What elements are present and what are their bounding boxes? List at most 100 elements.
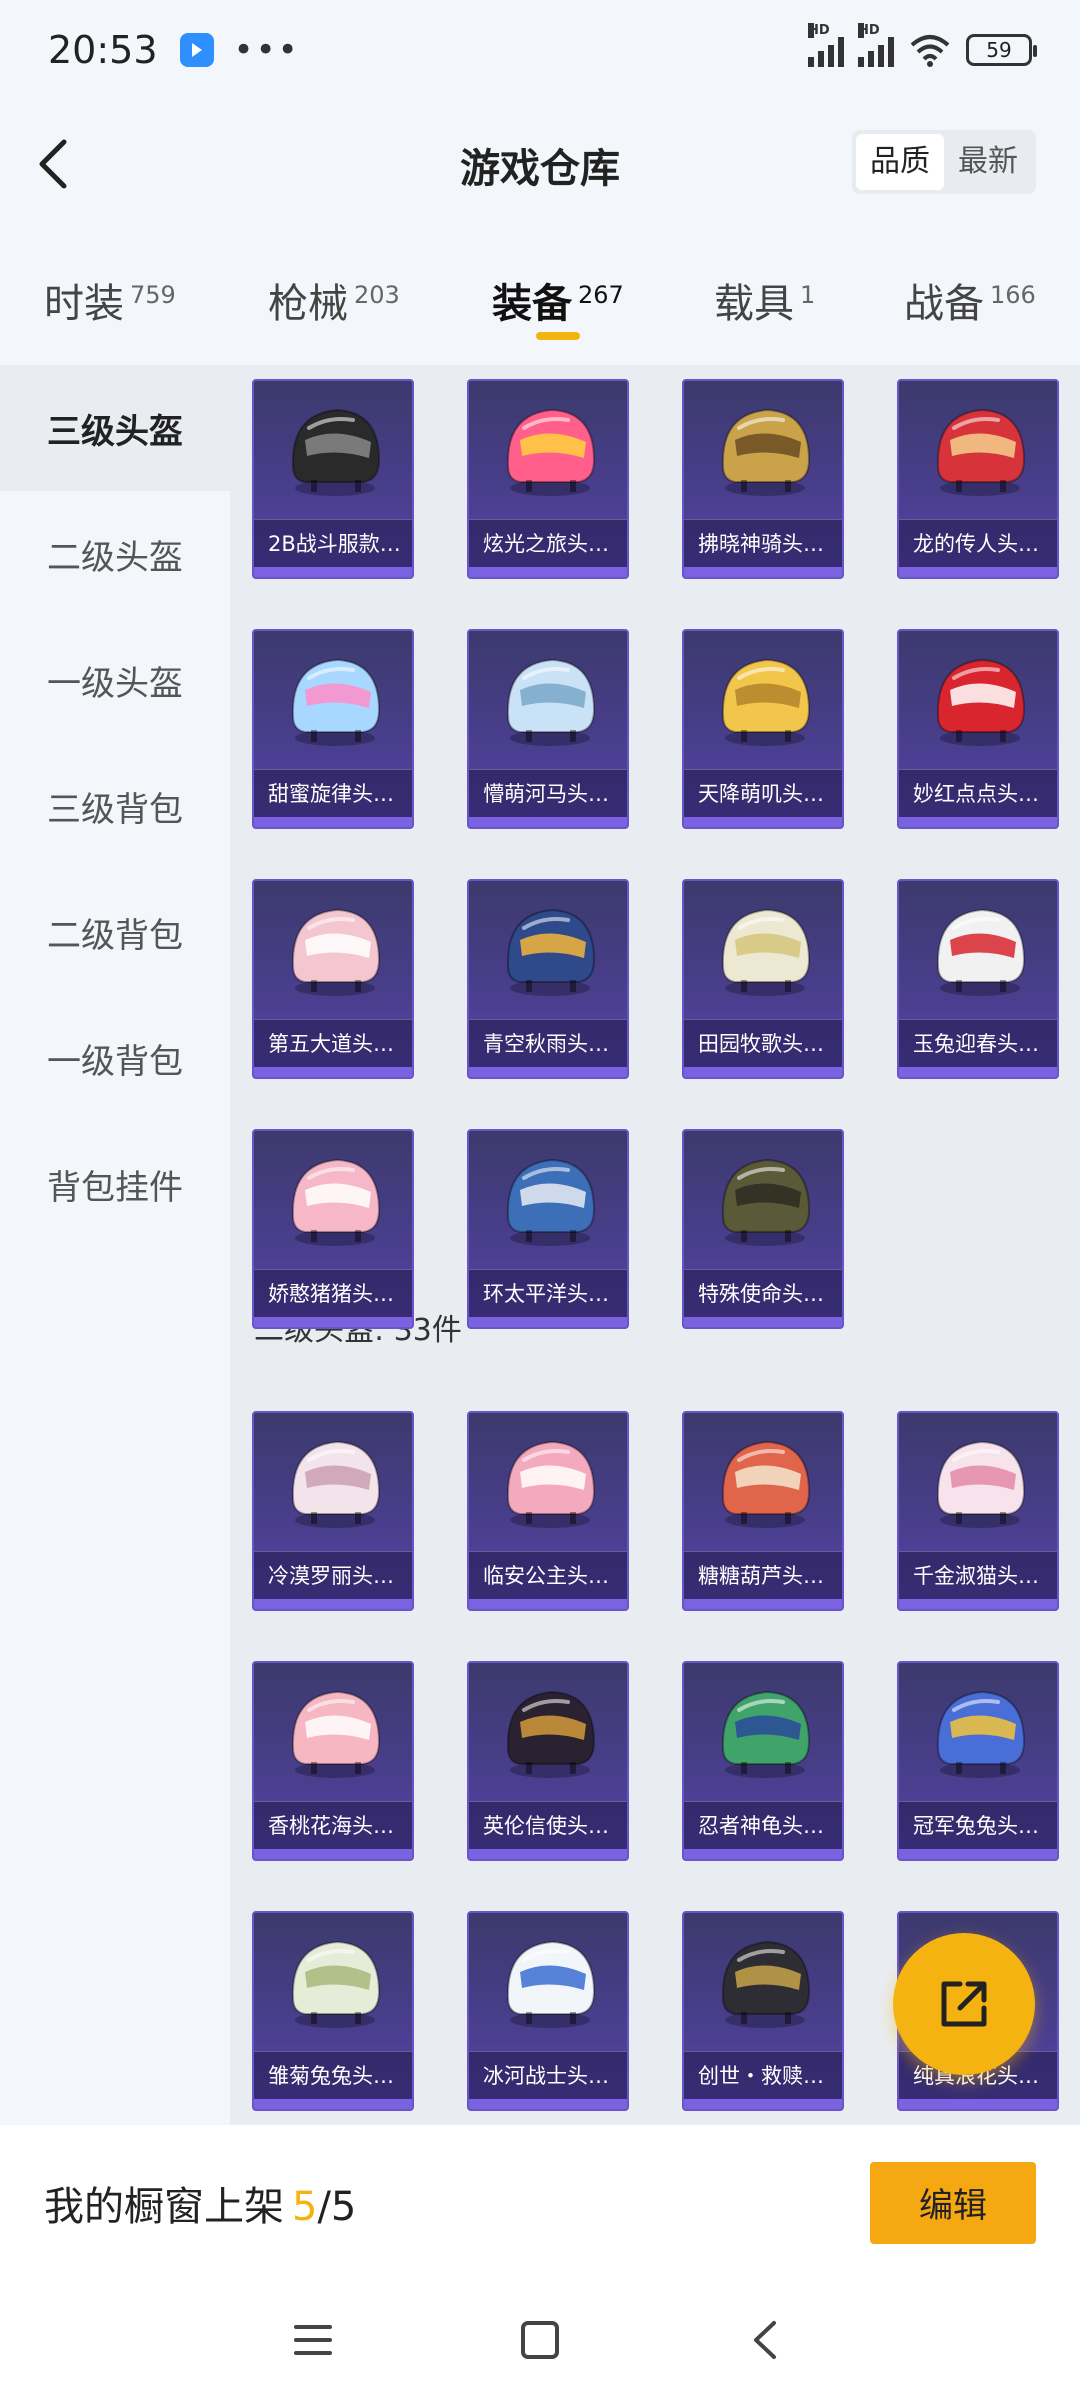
item-quality-bar (684, 1849, 842, 1859)
helmet-icon (721, 1940, 811, 2028)
item-quality-bar (254, 1317, 412, 1327)
sort-newest[interactable]: 最新 (944, 134, 1032, 190)
item-card[interactable]: 懵萌河马头… (467, 629, 629, 829)
item-quality-bar (469, 1599, 627, 1609)
item-name: 娇憨猪猪头… (254, 1269, 412, 1317)
item-card[interactable]: 雏菊兔兔头… (252, 1911, 414, 2111)
tab-equipment[interactable]: 装备 267 (492, 271, 624, 329)
item-card[interactable]: 龙的传人头… (897, 379, 1059, 579)
item-quality-bar (254, 567, 412, 577)
item-card[interactable]: 忍者神龟头… (682, 1661, 844, 1861)
sidebar-item-level1-backpack[interactable]: 一级背包 (0, 995, 230, 1121)
sidebar-item-level1-helmet[interactable]: 一级头盔 (0, 617, 230, 743)
item-card[interactable]: 田园牧歌头… (682, 879, 844, 1079)
item-card[interactable]: 特殊使命头… (682, 1129, 844, 1329)
item-image (254, 1913, 412, 2053)
tab-fashion[interactable]: 时装 759 (44, 271, 176, 329)
item-card[interactable]: 青空秋雨头… (467, 879, 629, 1079)
helmet-icon (936, 908, 1026, 996)
sort-toggle[interactable]: 品质 最新 (852, 130, 1036, 194)
item-card[interactable]: 冷漠罗丽头… (252, 1411, 414, 1611)
item-image (469, 881, 627, 1021)
sidebar-item-backpack-charm[interactable]: 背包挂件 (0, 1121, 230, 1247)
item-name: 拂晓神骑头… (684, 519, 842, 567)
item-quality-bar (469, 567, 627, 577)
item-card[interactable]: 妙红点点头… (897, 629, 1059, 829)
battery-icon: 59 (966, 34, 1037, 66)
item-card[interactable]: 2B战斗服款… (252, 379, 414, 579)
item-card[interactable]: 甜蜜旋律头… (252, 629, 414, 829)
item-quality-bar (899, 1599, 1057, 1609)
home-icon[interactable] (515, 2315, 565, 2365)
item-card[interactable]: 糖糖葫芦头… (682, 1411, 844, 1611)
more-notifications-icon: ••• (233, 30, 300, 70)
item-card[interactable]: 天降萌叽头… (682, 629, 844, 829)
item-card[interactable]: 英伦信使头… (467, 1661, 629, 1861)
item-card[interactable]: 冠军兔兔头… (897, 1661, 1059, 1861)
helmet-icon (291, 408, 381, 496)
item-card[interactable]: 创世・救赎… (682, 1911, 844, 2111)
item-name: 天降萌叽头… (684, 769, 842, 817)
item-card[interactable]: 冰河战士头… (467, 1911, 629, 2111)
sort-quality[interactable]: 品质 (856, 134, 944, 190)
item-image (684, 1131, 842, 1271)
share-button[interactable] (893, 1933, 1035, 2075)
item-card[interactable]: 香桃花海头… (252, 1661, 414, 1861)
tab-guns[interactable]: 枪械 203 (268, 271, 400, 329)
edit-button[interactable]: 编辑 (870, 2161, 1036, 2244)
item-name: 环太平洋头… (469, 1269, 627, 1317)
item-card[interactable]: 环太平洋头… (467, 1129, 629, 1329)
item-name: 糖糖葫芦头… (684, 1551, 842, 1599)
item-quality-bar (684, 567, 842, 577)
item-image (469, 1913, 627, 2053)
item-name: 临安公主头… (469, 1551, 627, 1599)
item-quality-bar (899, 817, 1057, 827)
item-image (684, 1413, 842, 1553)
item-quality-bar (684, 1317, 842, 1327)
item-image (899, 1413, 1057, 1553)
item-quality-bar (254, 2099, 412, 2109)
item-card[interactable]: 炫光之旅头… (467, 379, 629, 579)
sidebar-item-level3-helmet[interactable]: 三级头盔 (0, 365, 230, 491)
item-quality-bar (899, 567, 1057, 577)
item-card[interactable]: 拂晓神骑头… (682, 379, 844, 579)
item-quality-bar (254, 1067, 412, 1077)
item-name: 忍者神龟头… (684, 1801, 842, 1849)
helmet-icon (721, 1158, 811, 1246)
item-name: 冷漠罗丽头… (254, 1551, 412, 1599)
item-image (254, 1413, 412, 1553)
sidebar-item-level2-helmet[interactable]: 二级头盔 (0, 491, 230, 617)
helmet-icon (506, 658, 596, 746)
item-image (684, 1913, 842, 2053)
item-quality-bar (899, 2099, 1057, 2109)
item-image (469, 1131, 627, 1271)
item-card[interactable]: 娇憨猪猪头… (252, 1129, 414, 1329)
tab-vehicles[interactable]: 载具 1 (714, 271, 815, 329)
page-title: 游戏仓库 (460, 146, 620, 192)
item-name: 甜蜜旋律头… (254, 769, 412, 817)
item-image (469, 1663, 627, 1803)
item-card[interactable]: 临安公主头… (467, 1411, 629, 1611)
item-card[interactable]: 玉兔迎春头… (897, 879, 1059, 1079)
item-card[interactable]: 第五大道头… (252, 879, 414, 1079)
back-arrow-icon (39, 139, 67, 189)
back-nav-icon[interactable] (742, 2315, 792, 2365)
item-image (254, 381, 412, 521)
back-button[interactable] (28, 134, 88, 194)
helmet-icon (721, 908, 811, 996)
sidebar-item-level3-backpack[interactable]: 三级背包 (0, 743, 230, 869)
item-name: 香桃花海头… (254, 1801, 412, 1849)
item-name: 冰河战士头… (469, 2051, 627, 2099)
helmet-icon (721, 408, 811, 496)
sidebar-item-level2-backpack[interactable]: 二级背包 (0, 869, 230, 995)
item-image (684, 1663, 842, 1803)
helmet-icon (291, 908, 381, 996)
helmet-icon (936, 658, 1026, 746)
item-quality-bar (254, 1849, 412, 1859)
item-grid: 二级头盔: 33件 2B战斗服款… 炫光之旅头… 拂晓神骑头… 龙的传人头… 甜蜜旋律头… (230, 365, 1080, 2125)
tab-supplies[interactable]: 战备 166 (904, 271, 1036, 329)
item-image (469, 631, 627, 771)
menu-icon[interactable] (288, 2315, 338, 2365)
item-card[interactable]: 千金淑猫头… (897, 1411, 1059, 1611)
helmet-icon (721, 1690, 811, 1778)
